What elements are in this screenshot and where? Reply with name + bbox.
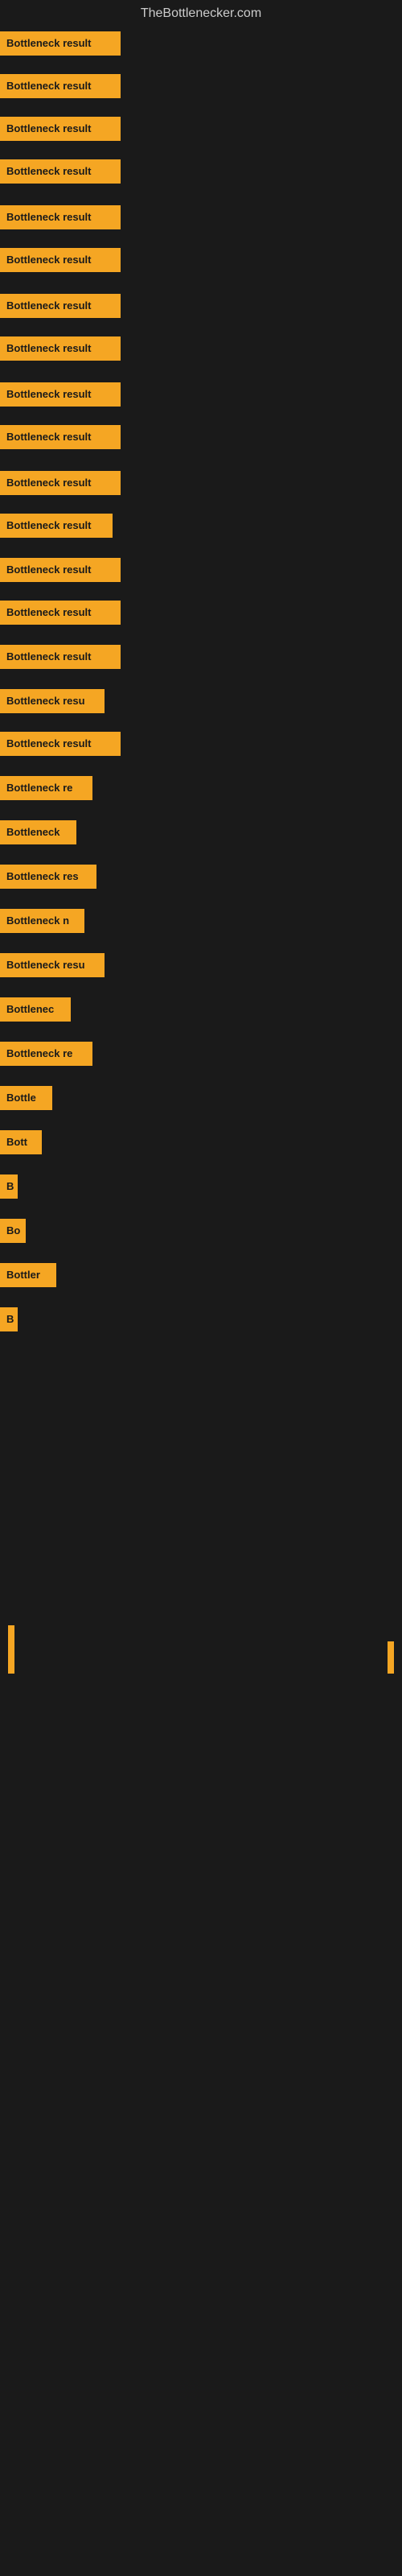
bar-row-10: Bottleneck result — [0, 471, 402, 499]
bar-row-13: Bottleneck result — [0, 601, 402, 629]
bottleneck-label-26: B — [0, 1174, 18, 1199]
bottleneck-label-13: Bottleneck result — [0, 601, 121, 625]
bottleneck-label-12: Bottleneck result — [0, 558, 121, 582]
bottleneck-label-14: Bottleneck result — [0, 645, 121, 669]
bar-row-9: Bottleneck result — [0, 425, 402, 453]
bottleneck-label-29: B — [0, 1307, 18, 1331]
bottleneck-label-0: Bottleneck result — [0, 31, 121, 56]
bottom-chart — [0, 1368, 402, 1690]
bottleneck-label-19: Bottleneck res — [0, 865, 96, 889]
bar-row-24: Bottle — [0, 1086, 402, 1114]
footer-area — [0, 1690, 402, 1851]
chart-bar-1 — [8, 1625, 14, 1674]
bottleneck-label-11: Bottleneck result — [0, 514, 113, 538]
bar-row-23: Bottleneck re — [0, 1042, 402, 1070]
bottleneck-label-1: Bottleneck result — [0, 74, 121, 98]
bar-row-26: B — [0, 1174, 402, 1203]
bottleneck-label-4: Bottleneck result — [0, 205, 121, 229]
bottleneck-label-5: Bottleneck result — [0, 248, 121, 272]
bottleneck-label-10: Bottleneck result — [0, 471, 121, 495]
bar-row-15: Bottleneck resu — [0, 689, 402, 717]
bottleneck-label-24: Bottle — [0, 1086, 52, 1110]
bottleneck-label-15: Bottleneck resu — [0, 689, 105, 713]
bars-container: Bottleneck result Bottleneck result Bottle… — [0, 31, 402, 1335]
bar-row-6: Bottleneck result — [0, 294, 402, 322]
bar-row-0: Bottleneck result — [0, 31, 402, 60]
bar-row-12: Bottleneck result — [0, 558, 402, 586]
bar-row-18: Bottleneck — [0, 820, 402, 848]
bar-row-29: B — [0, 1307, 402, 1335]
bottleneck-label-22: Bottlenec — [0, 997, 71, 1022]
bottleneck-label-6: Bottleneck result — [0, 294, 121, 318]
bar-row-21: Bottleneck resu — [0, 953, 402, 981]
bottleneck-label-16: Bottleneck result — [0, 732, 121, 756]
bar-row-8: Bottleneck result — [0, 382, 402, 411]
bottleneck-label-20: Bottleneck n — [0, 909, 84, 933]
bar-row-16: Bottleneck result — [0, 732, 402, 760]
bar-row-27: Bo — [0, 1219, 402, 1247]
bottleneck-label-8: Bottleneck result — [0, 382, 121, 407]
bottleneck-label-18: Bottleneck — [0, 820, 76, 844]
bottleneck-label-2: Bottleneck result — [0, 117, 121, 141]
bottleneck-label-27: Bo — [0, 1219, 26, 1243]
bottleneck-label-25: Bott — [0, 1130, 42, 1154]
chart-bar-2 — [388, 1641, 394, 1674]
bar-row-4: Bottleneck result — [0, 205, 402, 233]
bar-row-25: Bott — [0, 1130, 402, 1158]
bar-row-20: Bottleneck n — [0, 909, 402, 937]
bar-row-17: Bottleneck re — [0, 776, 402, 804]
bottleneck-label-21: Bottleneck resu — [0, 953, 105, 977]
bottleneck-label-3: Bottleneck result — [0, 159, 121, 184]
bar-row-14: Bottleneck result — [0, 645, 402, 673]
site-title-text: TheBottlenecker.com — [141, 6, 261, 20]
bar-row-11: Bottleneck result — [0, 514, 402, 542]
bar-row-5: Bottleneck result — [0, 248, 402, 276]
bar-row-2: Bottleneck result — [0, 117, 402, 145]
bottleneck-label-28: Bottler — [0, 1263, 56, 1287]
bar-row-22: Bottlenec — [0, 997, 402, 1026]
bar-row-3: Bottleneck result — [0, 159, 402, 188]
bar-row-28: Bottler — [0, 1263, 402, 1291]
bar-row-7: Bottleneck result — [0, 336, 402, 365]
bar-row-19: Bottleneck res — [0, 865, 402, 893]
bottleneck-label-7: Bottleneck result — [0, 336, 121, 361]
bottleneck-label-23: Bottleneck re — [0, 1042, 92, 1066]
site-title: TheBottlenecker.com — [0, 0, 402, 27]
bottleneck-label-17: Bottleneck re — [0, 776, 92, 800]
bottleneck-label-9: Bottleneck result — [0, 425, 121, 449]
bar-row-1: Bottleneck result — [0, 74, 402, 102]
